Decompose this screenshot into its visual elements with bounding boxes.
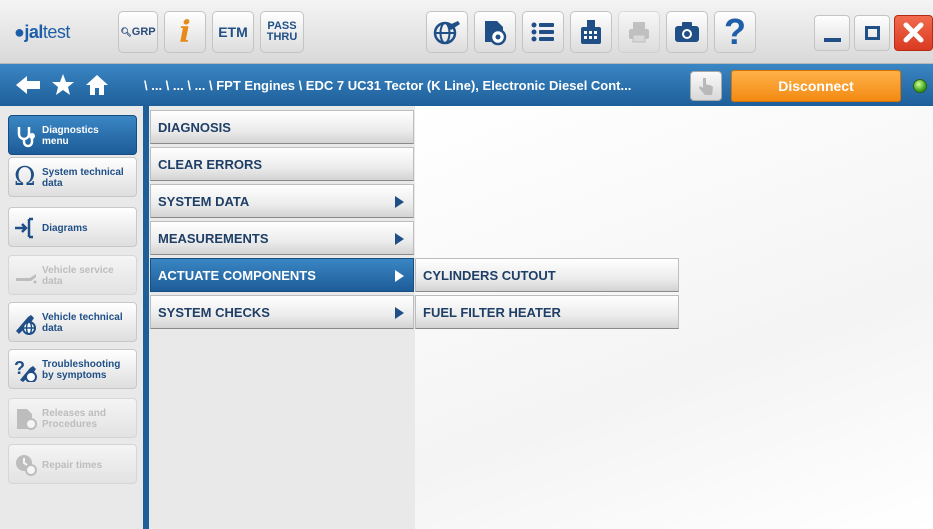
view-document-button[interactable] [474, 11, 516, 53]
sidebar-item-troubleshooting[interactable]: ? Troubleshooting by symptoms [8, 349, 137, 389]
sidebar-item-label: Troubleshooting by symptoms [42, 359, 121, 381]
logo-dot: ● [14, 22, 25, 42]
connection-status-led [913, 79, 927, 93]
screenshot-button[interactable] [666, 11, 708, 53]
sidebar-item-vehicle-technical-data[interactable]: Vehicle technical data [8, 302, 137, 342]
info-button[interactable]: i [164, 11, 206, 53]
help-icon: ? [724, 11, 746, 52]
menu-item-label: DIAGNOSIS [158, 120, 231, 135]
grp-button[interactable]: 🔍︎GRP [118, 11, 158, 53]
sidebar-item-releases-and-procedures[interactable]: Releases and Procedures [8, 398, 137, 438]
omega-icon: Ω [14, 162, 36, 192]
submenu-item-fuel-filter-heater[interactable]: FUEL FILTER HEATER [415, 295, 679, 329]
menu-item-measurements[interactable]: MEASUREMENTS [150, 221, 414, 255]
submenu-arrow-icon [395, 196, 404, 208]
menu-item-system-data[interactable]: SYSTEM DATA [150, 184, 414, 218]
menu-item-clear-errors[interactable]: CLEAR ERRORS [150, 147, 414, 181]
menu-item-actuate-components[interactable]: ACTUATE COMPONENTS [150, 258, 414, 292]
submenu-item-cylinders-cutout[interactable]: CYLINDERS CUTOUT [415, 258, 679, 292]
sidebar-item-vehicle-service-data[interactable]: Vehicle service data [8, 255, 137, 295]
clock-gear-icon [16, 455, 37, 476]
submenu-arrow-icon [395, 270, 404, 282]
document-gear-icon [17, 409, 37, 430]
menu-item-system-checks[interactable]: SYSTEM CHECKS [150, 295, 414, 329]
grp-label: 🔍︎GRP [120, 26, 156, 38]
pass-thru-button[interactable]: PASS THRU [260, 11, 304, 53]
logo-brand: jal [24, 22, 43, 42]
oil-can-icon [16, 274, 37, 284]
menu-item-label: FUEL FILTER HEATER [423, 305, 561, 320]
troubleshoot-icon: ? [14, 358, 37, 382]
top-toolbar: ●jaltest 🔍︎GRP i ETM PASS THRU ? [0, 0, 933, 64]
disconnect-button[interactable]: Disconnect [731, 70, 901, 102]
document-eye-icon [485, 21, 507, 46]
sidebar-item-label: Releases and Procedures [42, 408, 106, 430]
favorites-star-icon[interactable] [50, 72, 76, 98]
maximize-button[interactable] [854, 15, 890, 51]
camera-icon [675, 22, 699, 42]
printer-icon [629, 22, 649, 43]
sidebar-item-diagnostics-menu[interactable]: Diagnostics menu [8, 115, 137, 155]
wrench-globe-icon [16, 315, 36, 335]
sidebar-item-label: Repair times [42, 459, 103, 471]
pass-thru-line2: THRU [266, 31, 298, 43]
calculator-icon [581, 20, 601, 44]
menu-item-label: SYSTEM CHECKS [158, 305, 270, 320]
minimize-button[interactable] [814, 15, 850, 51]
pass-thru-label: PASS THRU [267, 21, 298, 43]
back-arrow-icon[interactable] [14, 74, 42, 96]
menu-item-diagnosis[interactable]: DIAGNOSIS [150, 110, 414, 144]
list-button[interactable] [522, 11, 564, 53]
menu-item-label: SYSTEM DATA [158, 194, 250, 209]
info-icon: i [179, 14, 191, 50]
sidebar-item-label: Diagnostics menu [42, 125, 99, 147]
breadcrumb: \ ... \ ... \ ... \ FPT Engines \ EDC 7 … [144, 78, 632, 93]
list-icon [531, 22, 554, 42]
submenu-arrow-icon [395, 307, 404, 319]
hand-button[interactable] [690, 71, 722, 101]
menu-item-label: CLEAR ERRORS [158, 157, 263, 172]
globe-wrench-icon [433, 21, 460, 45]
diagram-icon [15, 217, 33, 239]
menu-item-label: MEASUREMENTS [158, 231, 269, 246]
sidebar-item-label: System technical data [42, 167, 124, 189]
calculator-button[interactable] [570, 11, 612, 53]
sidebar-item-label: Diagrams [42, 222, 88, 234]
hand-pointer-icon [699, 78, 713, 95]
logo-suffix: test [42, 22, 71, 42]
svg-text:?: ? [14, 358, 25, 378]
globe-wrench-button[interactable] [426, 11, 468, 53]
etm-button[interactable]: ETM [212, 11, 254, 53]
close-button[interactable] [894, 15, 933, 51]
submenu-arrow-icon [395, 233, 404, 245]
menu-item-label: ACTUATE COMPONENTS [158, 268, 316, 283]
sidebar-item-system-technical-data[interactable]: Ω System technical data [8, 157, 137, 197]
sidebar-item-diagrams[interactable]: Diagrams [8, 207, 137, 247]
jaltest-logo: ●jaltest [14, 22, 70, 43]
sidebar-item-repair-times[interactable]: Repair times [8, 444, 137, 484]
maximize-icon [865, 26, 880, 40]
help-button[interactable]: ? [714, 11, 756, 53]
etm-label: ETM [218, 24, 248, 40]
sidebar-item-label: Vehicle technical data [42, 312, 123, 334]
stethoscope-icon [17, 127, 35, 148]
menu-item-label: CYLINDERS CUTOUT [423, 268, 556, 283]
home-icon[interactable] [84, 72, 110, 98]
sidebar-item-label: Vehicle service data [42, 265, 114, 287]
grp-search-icon: 🔍︎ [120, 27, 132, 37]
print-button[interactable] [618, 11, 660, 53]
close-icon [903, 22, 924, 43]
minimize-icon [824, 38, 841, 42]
